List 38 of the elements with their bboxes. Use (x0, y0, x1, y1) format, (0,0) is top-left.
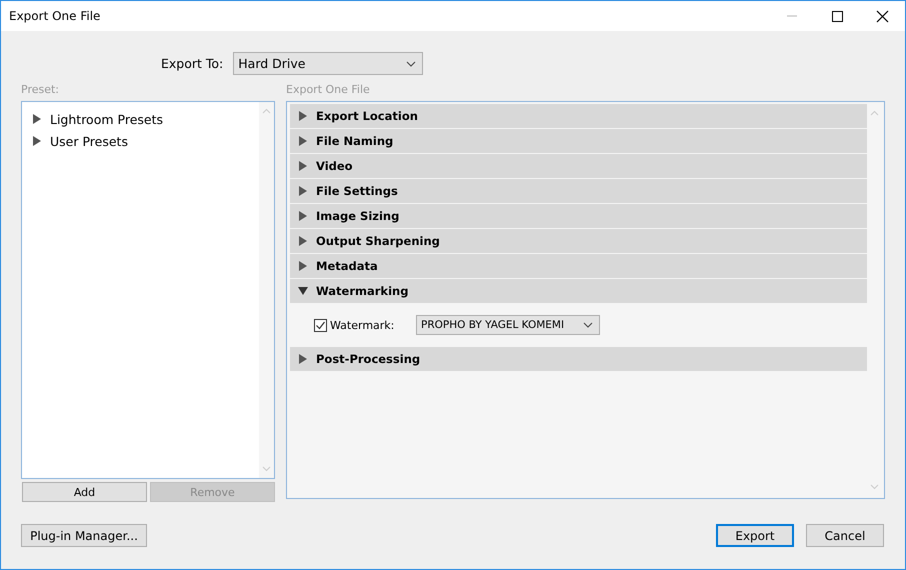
add-button[interactable]: Add (22, 482, 147, 502)
section-header[interactable]: File Settings (290, 179, 867, 203)
section-header[interactable]: Video (290, 154, 867, 178)
triangle-down-icon (298, 285, 308, 297)
plugin-manager-button[interactable]: Plug-in Manager... (21, 524, 147, 547)
export-button[interactable]: Export (716, 524, 794, 547)
panel-label: Export One File (286, 83, 371, 97)
checkbox[interactable] (314, 318, 327, 332)
maximize-icon[interactable] (831, 10, 844, 22)
chevron-down-icon (406, 60, 416, 68)
section-header[interactable]: Image Sizing (290, 204, 867, 228)
triangle-right-icon (298, 185, 308, 197)
triangle-right-icon[interactable] (32, 113, 42, 125)
section-header[interactable]: Metadata (290, 254, 867, 278)
export-to-dropdown[interactable]: Hard Drive (233, 52, 424, 75)
preset-folder[interactable]: User Presets (50, 134, 128, 148)
section-header[interactable]: Watermarking (290, 279, 867, 303)
close-icon[interactable] (876, 10, 889, 22)
section-header[interactable]: File Naming (290, 129, 867, 153)
triangle-right-icon (298, 235, 308, 247)
triangle-right-icon (298, 353, 308, 365)
triangle-right-icon (298, 135, 308, 147)
cancel-button[interactable]: Cancel (806, 524, 884, 547)
triangle-right-icon (298, 110, 308, 122)
section-header[interactable]: Export Location (290, 104, 867, 128)
triangle-right-icon[interactable] (32, 135, 42, 147)
triangle-right-icon (298, 160, 308, 172)
watermark-dropdown[interactable]: PROPHO BY YAGEL KOMEMI (416, 315, 600, 335)
chevron-down-icon (583, 321, 593, 329)
triangle-right-icon (298, 210, 308, 222)
preset-folder[interactable]: Lightroom Presets (50, 112, 163, 126)
section-header[interactable]: Output Sharpening (290, 229, 867, 253)
section-header[interactable]: Post-Processing (290, 347, 867, 371)
watermark-label: Watermark: (330, 318, 396, 332)
preset-label: Preset: (21, 83, 60, 97)
export-to-label: Export To: (161, 56, 224, 71)
triangle-right-icon (298, 260, 308, 272)
window-title: Export One File (9, 9, 100, 23)
